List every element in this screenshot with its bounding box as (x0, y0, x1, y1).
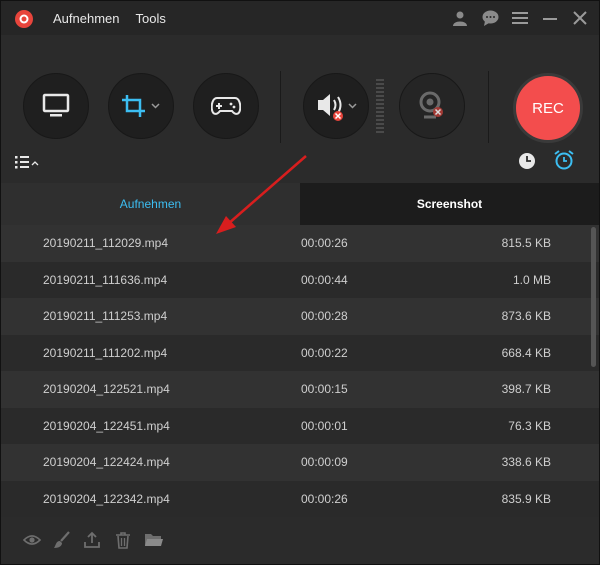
tab-bar: Aufnehmen Screenshot (1, 183, 599, 225)
file-size: 338.6 KB (501, 455, 551, 469)
file-size: 835.9 KB (501, 491, 551, 506)
list-item[interactable]: 20190204_122424.mp4 00:00:09 338.6 KB (1, 444, 599, 481)
game-record-button[interactable] (193, 73, 259, 139)
recordings-list: 20190211_112029.mp4 00:00:26 815.5 KB 20… (1, 225, 599, 517)
menu-icon[interactable] (511, 9, 529, 27)
file-name: 20190211_111636.mp4 (43, 272, 168, 287)
rec-button[interactable]: REC (513, 73, 583, 143)
list-item[interactable]: 20190211_111253.mp4 00:00:28 873.6 KB (1, 298, 599, 335)
webcam-toggle-button[interactable] (399, 73, 465, 139)
recording-controls: REC (1, 35, 599, 183)
file-size: 398.7 KB (501, 382, 551, 396)
brush-icon[interactable] (53, 531, 71, 549)
eye-icon[interactable] (22, 531, 42, 549)
file-name: 20190204_122342.mp4 (43, 491, 170, 506)
gamepad-icon (211, 97, 241, 115)
file-duration: 00:00:22 (301, 345, 348, 360)
user-icon[interactable] (451, 9, 469, 27)
file-duration: 00:00:01 (301, 418, 348, 433)
audio-toggle-button[interactable] (303, 73, 369, 139)
menu-item-tools[interactable]: Tools (136, 11, 166, 26)
file-name: 20190204_122451.mp4 (43, 418, 170, 433)
list-item[interactable]: 20190211_111636.mp4 00:00:44 1.0 MB (1, 261, 599, 298)
clock-icon[interactable] (518, 152, 536, 175)
folder-icon[interactable] (144, 531, 163, 549)
list-item[interactable]: 20190204_122342.mp4 00:00:26 835.9 KB (1, 480, 599, 517)
list-item[interactable]: 20190211_111202.mp4 00:00:22 668.4 KB (1, 334, 599, 371)
chat-icon[interactable] (481, 9, 499, 27)
file-size: 815.5 KB (501, 236, 551, 250)
file-name: 20190204_122521.mp4 (43, 382, 170, 396)
speaker-muted-icon (318, 94, 357, 121)
file-duration: 00:00:15 (301, 382, 348, 396)
file-duration: 00:00:26 (301, 236, 348, 250)
footer-toolbar (1, 517, 599, 564)
file-size: 1.0 MB (512, 272, 551, 287)
file-duration: 00:00:09 (301, 455, 348, 469)
file-name: 20190211_112029.mp4 (43, 236, 169, 250)
tab-aufnehmen[interactable]: Aufnehmen (1, 183, 300, 225)
list-item[interactable]: 20190211_112029.mp4 00:00:26 815.5 KB (1, 225, 599, 262)
file-name: 20190211_111202.mp4 (43, 345, 168, 360)
divider (280, 71, 281, 143)
title-actions (451, 1, 589, 35)
file-size: 668.4 KB (501, 345, 551, 360)
app-window: Aufnehmen Tools REC Aufnehmen Screenshot… (0, 0, 600, 565)
alarm-icon[interactable] (554, 150, 574, 175)
file-duration: 00:00:44 (301, 272, 348, 287)
volume-meter (376, 79, 384, 135)
minimize-icon[interactable] (541, 9, 559, 27)
title-bar: Aufnehmen Tools (1, 1, 599, 35)
monitor-icon (42, 93, 70, 117)
list-scrollbar[interactable] (591, 227, 596, 367)
menu-bar: Aufnehmen Tools (53, 1, 166, 35)
file-duration: 00:00:28 (301, 309, 348, 323)
file-size: 873.6 KB (501, 309, 551, 323)
trash-icon[interactable] (114, 531, 132, 549)
list-item[interactable]: 20190204_122521.mp4 00:00:15 398.7 KB (1, 371, 599, 408)
webcam-off-icon (419, 91, 443, 119)
list-options-icon[interactable] (15, 155, 41, 174)
file-name: 20190204_122424.mp4 (43, 455, 170, 469)
fullscreen-record-button[interactable] (23, 73, 89, 139)
divider (488, 71, 489, 143)
list-item[interactable]: 20190204_122451.mp4 00:00:01 76.3 KB (1, 407, 599, 444)
tab-screenshot[interactable]: Screenshot (300, 183, 599, 225)
file-size: 76.3 KB (508, 418, 551, 433)
upload-icon[interactable] (83, 531, 101, 549)
file-name: 20190211_111253.mp4 (43, 309, 168, 323)
app-logo-icon (15, 10, 33, 28)
menu-item-aufnehmen[interactable]: Aufnehmen (53, 11, 120, 26)
file-duration: 00:00:26 (301, 491, 348, 506)
region-record-button[interactable] (108, 73, 174, 139)
close-icon[interactable] (571, 9, 589, 27)
crop-icon (122, 95, 160, 117)
